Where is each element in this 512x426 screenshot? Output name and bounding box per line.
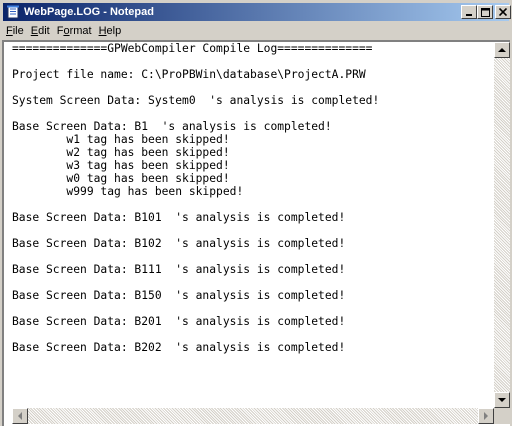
vertical-scrollbar[interactable] — [494, 42, 510, 408]
skipped-tag-line: w2 tag has been skipped! — [12, 146, 230, 159]
title-bar[interactable]: WebPage.LOG - Notepad — [3, 3, 511, 21]
scroll-right-button[interactable] — [478, 408, 494, 424]
menu-edit-label: dit — [38, 24, 50, 37]
scroll-left-button[interactable] — [12, 408, 28, 424]
base-screen-line: Base Screen Data: B201 's analysis is co… — [12, 315, 346, 328]
close-button[interactable] — [495, 5, 511, 19]
skipped-tag-line: w0 tag has been skipped! — [12, 172, 230, 185]
project-file-line: Project file name: C:\ProPBWin\database\… — [12, 68, 366, 81]
minimize-icon — [466, 14, 472, 16]
menu-format[interactable]: Format — [54, 25, 96, 37]
notepad-icon — [5, 4, 21, 20]
close-icon — [499, 8, 507, 16]
text-editor[interactable]: ==============GPWebCompiler Compile Log=… — [12, 42, 494, 402]
menu-help[interactable]: Help — [96, 25, 126, 37]
arrow-up-icon — [498, 47, 506, 52]
base-screen-line: Base Screen Data: B101 's analysis is co… — [12, 211, 346, 224]
menu-bar: File Edit Format Help — [3, 22, 509, 39]
arrow-right-icon — [483, 412, 488, 420]
maximize-icon — [480, 7, 490, 17]
menu-file[interactable]: File — [3, 25, 28, 37]
horizontal-scrollbar[interactable] — [12, 408, 494, 424]
scroll-down-button[interactable] — [494, 392, 510, 408]
base-screen-line-b1: Base Screen Data: B1 's analysis is comp… — [12, 120, 332, 133]
menu-format-label: rmat — [69, 24, 92, 37]
menu-edit-accel: E — [30, 24, 39, 37]
base-screen-line: Base Screen Data: B150 's analysis is co… — [12, 289, 346, 302]
menu-help-label: elp — [106, 24, 122, 37]
base-screen-line: Base Screen Data: B111 's analysis is co… — [12, 263, 346, 276]
size-grip[interactable] — [494, 408, 510, 424]
maximize-button[interactable] — [477, 5, 493, 19]
menu-edit[interactable]: Edit — [28, 25, 54, 37]
system-screen-line: System Screen Data: System0 's analysis … — [12, 94, 380, 107]
skipped-tag-line: w3 tag has been skipped! — [12, 159, 230, 172]
minimize-button[interactable] — [461, 5, 477, 19]
window-title: WebPage.LOG - Notepad — [24, 6, 154, 18]
notepad-window: WebPage.LOG - Notepad File Edit Format H… — [0, 0, 512, 426]
skipped-tag-line: w1 tag has been skipped! — [12, 133, 230, 146]
arrow-left-icon — [17, 412, 22, 420]
menu-file-accel: F — [6, 24, 13, 37]
base-screen-line: Base Screen Data: B202 's analysis is co… — [12, 341, 346, 354]
menu-file-label: ile — [12, 24, 24, 37]
menu-help-accel: H — [98, 24, 107, 37]
base-screen-line: Base Screen Data: B102 's analysis is co… — [12, 237, 346, 250]
log-header-line: ==============GPWebCompiler Compile Log=… — [12, 42, 373, 55]
window-controls — [461, 5, 511, 19]
skipped-tag-line: w999 tag has been skipped! — [12, 185, 244, 198]
scroll-up-button[interactable] — [494, 42, 510, 58]
arrow-down-icon — [498, 397, 506, 402]
